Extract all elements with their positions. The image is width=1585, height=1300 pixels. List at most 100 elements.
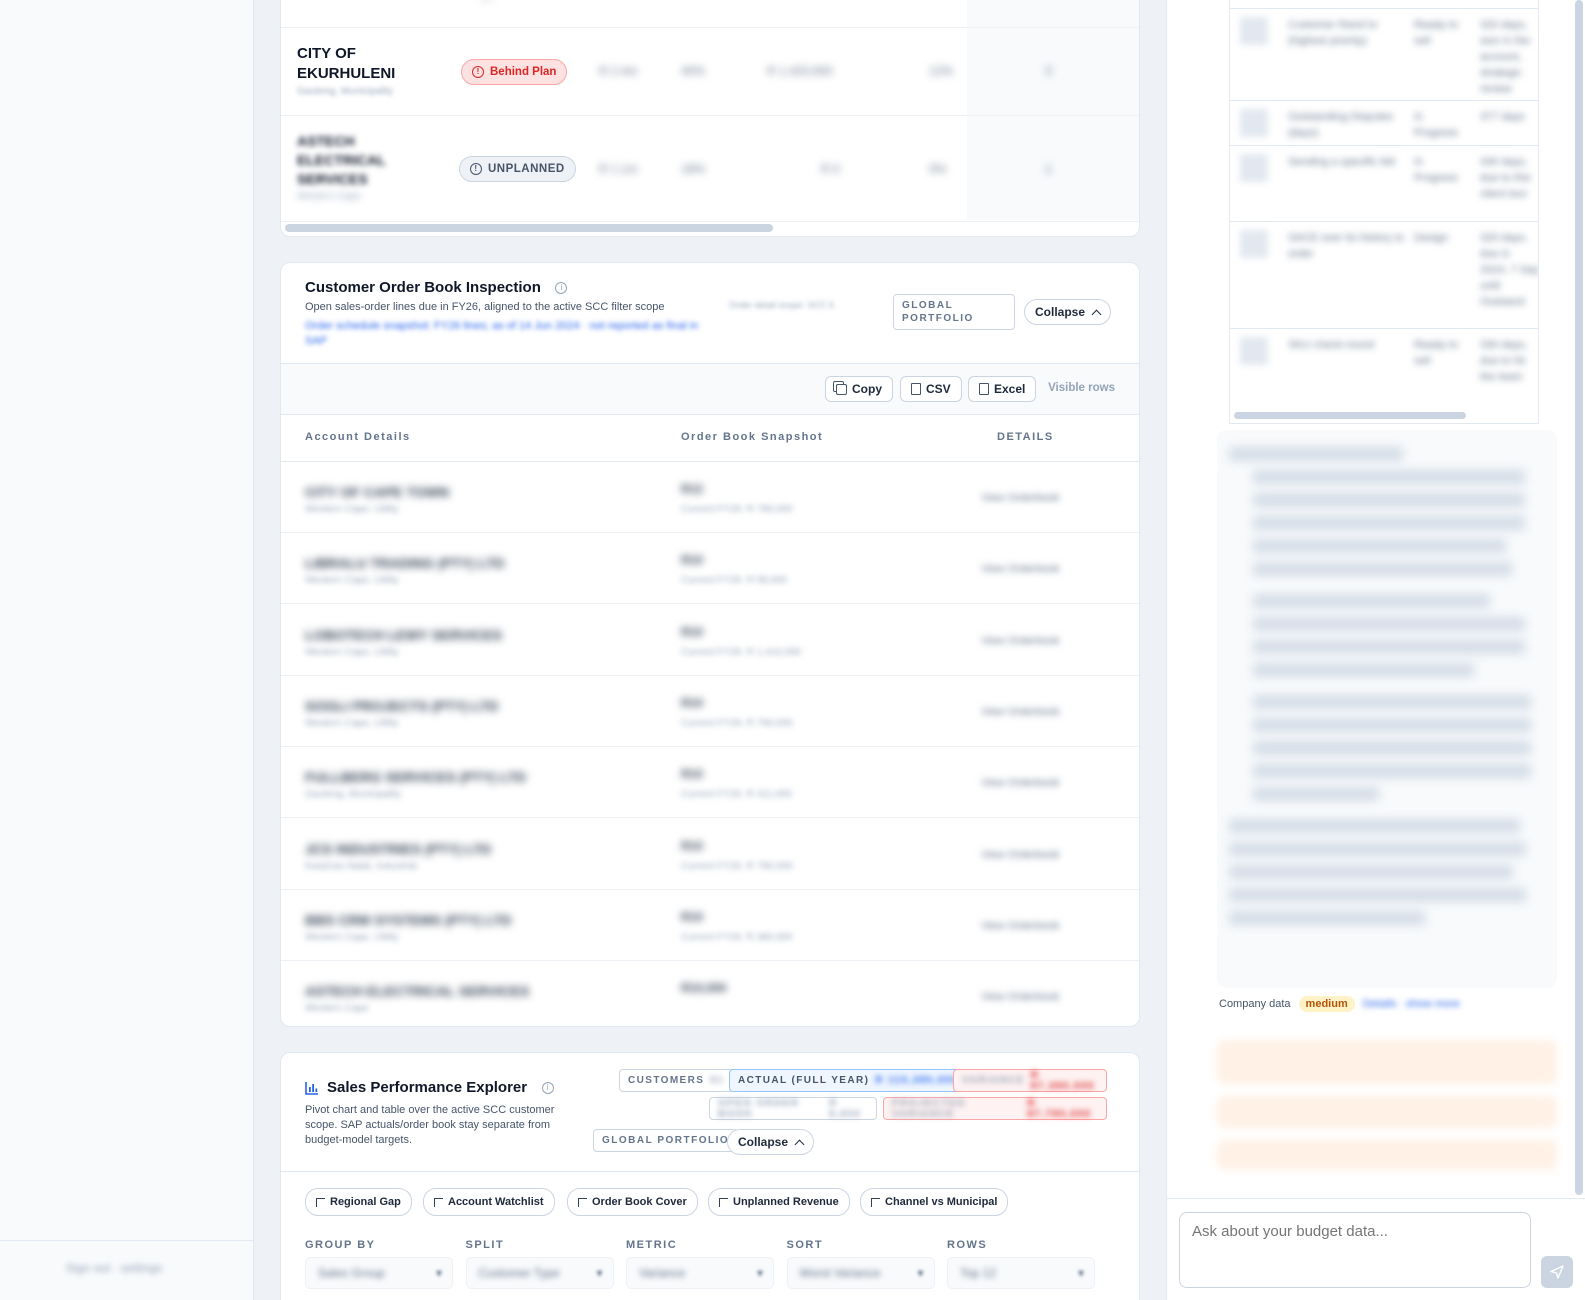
table-row[interactable]: LIBRALU TRADING (PTY) LTD Western Cape, U… bbox=[281, 533, 1139, 605]
view-orderbook-link[interactable]: View Orderbook bbox=[981, 706, 1060, 718]
filter-select[interactable]: Sales Group ▾ bbox=[305, 1257, 453, 1289]
order-book-current: Current FY26: R 411,000 bbox=[681, 789, 792, 801]
chat-result-table: Customer Rand to (highest priority) Ready… bbox=[1229, 0, 1539, 424]
filter-value: Variance bbox=[639, 1266, 686, 1280]
table-cell: 377 days bbox=[1480, 111, 1525, 123]
table-cell: Ready to sell bbox=[1414, 19, 1459, 47]
collapse-button[interactable]: Collapse bbox=[727, 1129, 815, 1155]
visible-rows-label[interactable]: Visible rows bbox=[1048, 382, 1115, 394]
view-orderbook-link[interactable]: View Orderbook bbox=[981, 635, 1060, 647]
account-name: ASTECH ELECTRICAL SERVICES bbox=[305, 983, 530, 1000]
table-row[interactable]: SOGLI PROJECTS (PTY) LTD Western Cape, Ut… bbox=[281, 676, 1139, 747]
account-subtitle: Western Cape bbox=[297, 191, 361, 202]
info-circle-icon: ! bbox=[470, 163, 482, 175]
view-orderbook-link[interactable]: View Orderbook bbox=[981, 991, 1060, 1003]
actual-chip: ACTUAL (FULL YEAR) R 115,380,000 bbox=[729, 1069, 968, 1092]
chevron-down-icon: ▾ bbox=[1077, 1266, 1084, 1280]
account-name: CITY OF EKURHULENI bbox=[297, 45, 396, 82]
copy-icon bbox=[836, 383, 847, 395]
table-row[interactable]: BBS CRM SYSTEMS (PTY) LTD Western Cape, U… bbox=[281, 890, 1139, 961]
filter-value: Top 12 bbox=[960, 1266, 997, 1280]
order-book-current: Current FY26: R 790,000 bbox=[681, 860, 793, 872]
order-book-link[interactable]: Order schedule snapshot: FY26 lines; as … bbox=[305, 319, 705, 349]
info-icon[interactable]: i bbox=[555, 281, 568, 294]
preset-label: Unplanned Revenue bbox=[733, 1196, 839, 1208]
csv-button[interactable]: CSV bbox=[900, 376, 962, 402]
scrollbar-thumb[interactable] bbox=[285, 224, 773, 232]
chat-input[interactable] bbox=[1179, 1212, 1531, 1288]
view-orderbook-link[interactable]: View Orderbook bbox=[981, 563, 1060, 575]
preset-button[interactable]: Account Watchlist bbox=[423, 1188, 555, 1216]
customers-chip: CUSTOMERS 61 bbox=[619, 1069, 734, 1092]
table-row[interactable]: ASTECH ELECTRICAL SERVICES Western Cape R1… bbox=[281, 961, 1139, 1026]
order-book-value: R10 bbox=[681, 767, 704, 782]
table-row[interactable]: CITY OF EKURHULENI Gauteng, Municipality… bbox=[281, 28, 1139, 116]
cell-value: 1 bbox=[1045, 162, 1052, 176]
sidebar-footer-text[interactable]: Sign out · settings bbox=[66, 1261, 162, 1275]
status-badge-label: UNPLANNED bbox=[488, 163, 565, 175]
filter-select[interactable]: Worst Variance ▾ bbox=[786, 1257, 935, 1289]
cell-value: 0% bbox=[929, 162, 947, 176]
filter-label: GROUP BY bbox=[305, 1239, 376, 1251]
main-content: — CITY OF EKURHULENI Gauteng, Municipali… bbox=[254, 0, 1166, 1300]
table-cell: Design bbox=[1414, 232, 1449, 244]
table-row[interactable]: CITY OF CAPE TOWN Western Cape, Utility R1… bbox=[281, 462, 1139, 533]
variance-chip: VARIANCE R 87,380,000 bbox=[953, 1069, 1107, 1092]
column-header-details[interactable]: DETAILS bbox=[997, 431, 1054, 443]
filter-select[interactable]: Top 12 ▾ bbox=[947, 1257, 1095, 1289]
column-header-account[interactable]: Account Details bbox=[305, 431, 411, 443]
filter-label: METRIC bbox=[626, 1239, 678, 1251]
cursor-icon bbox=[719, 1197, 728, 1207]
collapse-button[interactable]: Collapse bbox=[1024, 299, 1112, 325]
table-cell: Outstanding Disputes (days) bbox=[1288, 111, 1394, 139]
chevron-down-icon: ▾ bbox=[756, 1266, 763, 1280]
order-book-current: Current FY26: R 1,410,000 bbox=[681, 646, 802, 658]
view-orderbook-link[interactable]: View Orderbook bbox=[981, 777, 1060, 789]
filter-select[interactable]: Customer Type ▾ bbox=[465, 1257, 614, 1289]
excel-button[interactable]: Excel bbox=[968, 376, 1037, 402]
details-link[interactable]: Details · show more bbox=[1363, 998, 1460, 1010]
excel-label: Excel bbox=[994, 382, 1026, 396]
column-header-snapshot[interactable]: Order Book Snapshot bbox=[681, 431, 823, 443]
view-orderbook-link[interactable]: View Orderbook bbox=[981, 849, 1060, 861]
view-orderbook-link[interactable]: View Orderbook bbox=[981, 920, 1060, 932]
filter-value: Customer Type bbox=[478, 1266, 560, 1280]
table-row[interactable]: ASTECH ELECTRICAL SERVICES Western Cape … bbox=[281, 116, 1139, 222]
filter-label: SPLIT bbox=[465, 1239, 505, 1251]
preset-label: Order Book Cover bbox=[592, 1196, 687, 1208]
table-row[interactable]: FULLBERG SERVICES (PTY) LTD Gauteng, Muni… bbox=[281, 747, 1139, 819]
info-icon[interactable]: i bbox=[541, 1081, 554, 1094]
chevron-up-icon bbox=[794, 1139, 805, 1149]
bar-chart-icon bbox=[305, 1081, 318, 1095]
cell-value: R 2.4m bbox=[599, 64, 638, 78]
global-portfolio-label: GLOBAL PORTFOLIO bbox=[593, 1129, 739, 1152]
filter-select[interactable]: Variance ▾ bbox=[626, 1257, 774, 1289]
filter-value: Sales Group bbox=[318, 1266, 385, 1280]
cursor-icon bbox=[434, 1197, 443, 1207]
table-row: SACE over its history to order Design 320 … bbox=[1230, 221, 1538, 328]
table-row[interactable]: LOBOTECH LEWY SERVICES Western Cape, Util… bbox=[281, 605, 1139, 676]
account-subtitle: Western Cape, Utility bbox=[305, 931, 399, 943]
send-button[interactable] bbox=[1541, 1256, 1573, 1288]
preset-button[interactable]: Order Book Cover bbox=[567, 1188, 698, 1216]
copy-button[interactable]: Copy bbox=[825, 376, 893, 402]
preset-button[interactable]: Regional Gap bbox=[305, 1188, 412, 1216]
account-status-table: — CITY OF EKURHULENI Gauteng, Municipali… bbox=[280, 0, 1140, 237]
chat-panel: Customer Rand to (highest priority) Ready… bbox=[1166, 0, 1585, 1300]
order-book-value: R12 bbox=[681, 482, 704, 496]
account-name: BBS CRM SYSTEMS (PTY) LTD bbox=[305, 911, 512, 928]
account-name: CITY OF CAPE TOWN bbox=[305, 484, 450, 500]
filter-value: Worst Variance bbox=[799, 1266, 881, 1280]
preset-button[interactable]: Channel vs Municipal bbox=[860, 1188, 1009, 1216]
chat-composer bbox=[1167, 1198, 1585, 1300]
table-cell: SKU check-round bbox=[1288, 339, 1375, 351]
left-sidebar: Sign out · settings bbox=[0, 0, 254, 1300]
preset-button[interactable]: Unplanned Revenue bbox=[708, 1188, 850, 1216]
table-row[interactable]: JCS INDUSTRIES (PTY) LTD KwaZulu-Natal, I… bbox=[281, 819, 1139, 890]
table-scrollbar-thumb[interactable] bbox=[1234, 412, 1466, 419]
status-badge: ! UNPLANNED bbox=[459, 156, 576, 182]
view-orderbook-link[interactable]: View Orderbook bbox=[981, 492, 1060, 504]
order-book-chip: OPEN ORDER BOOK R 8,650 bbox=[709, 1097, 877, 1120]
chat-scrollbar[interactable] bbox=[1575, 0, 1583, 1195]
horizontal-scrollbar[interactable] bbox=[285, 224, 1135, 232]
